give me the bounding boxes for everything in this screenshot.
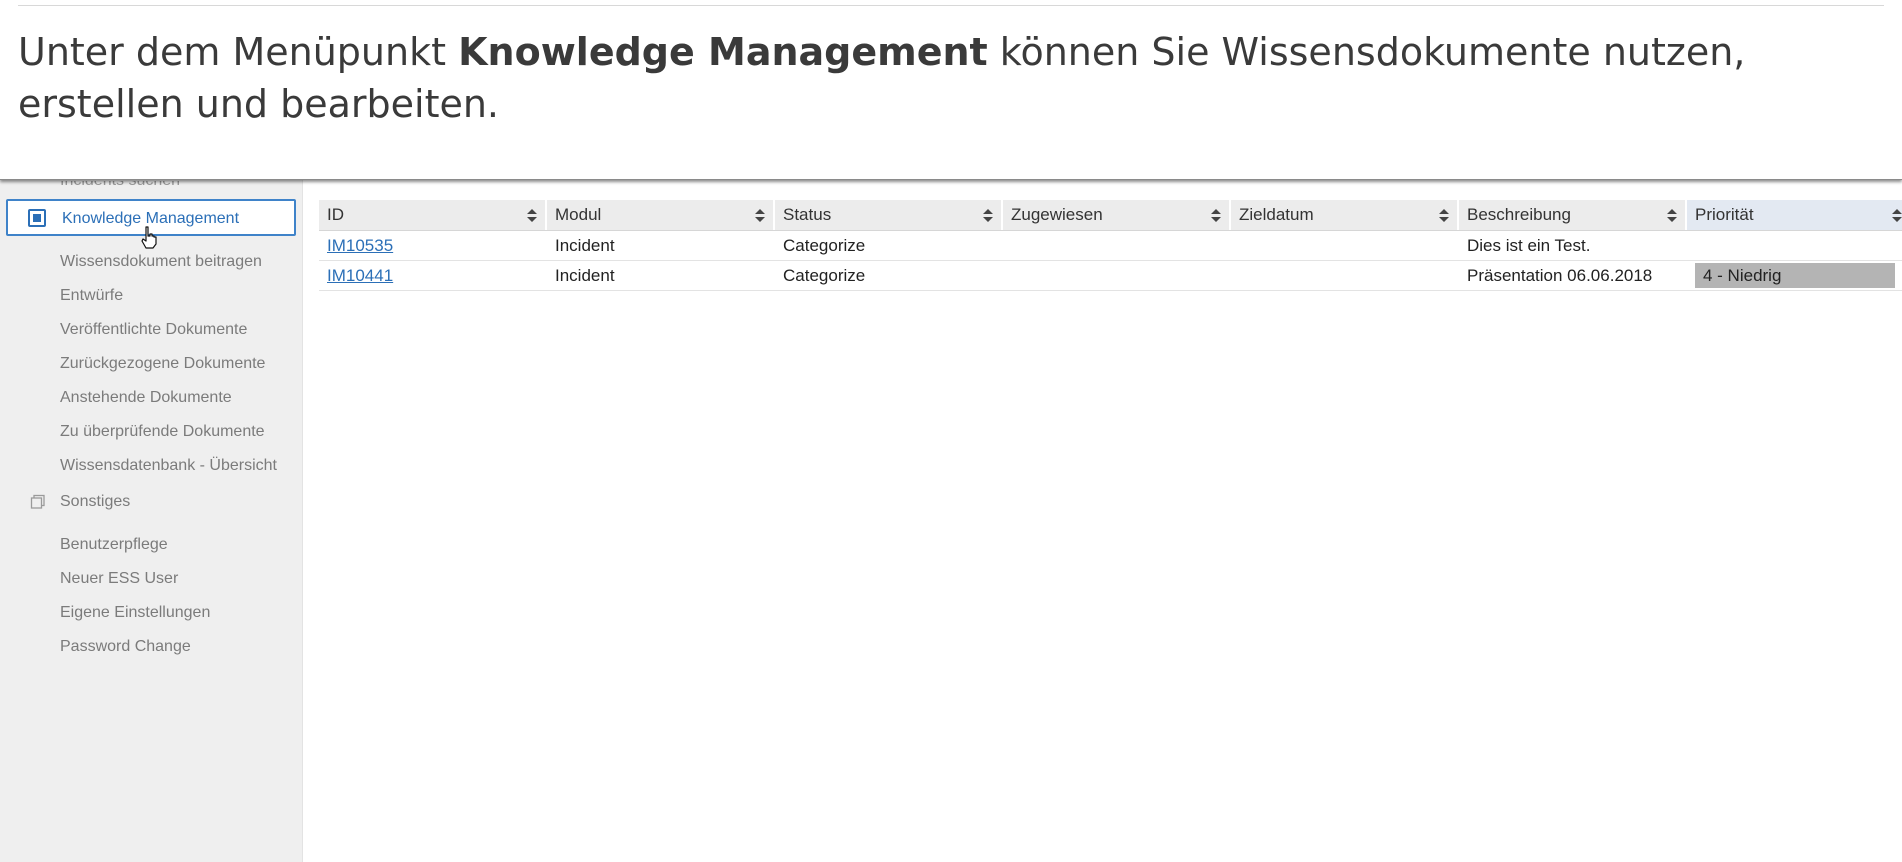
sidebar-item-veroeffentlichte-dokumente[interactable]: Veröffentlichte Dokumente bbox=[60, 321, 247, 339]
column-header-zugewiesen[interactable]: Zugewiesen bbox=[1003, 200, 1231, 230]
caption-text-start: Unter dem Menüpunkt bbox=[18, 30, 459, 74]
hand-cursor-icon bbox=[141, 226, 157, 249]
sidebar-item-neuer-ess-user[interactable]: Neuer ESS User bbox=[60, 570, 178, 588]
sidebar-item-zurueckgezogene-dokumente[interactable]: Zurückgezogene Dokumente bbox=[60, 355, 265, 373]
incident-link[interactable]: IM10535 bbox=[327, 236, 393, 255]
column-header-id[interactable]: ID bbox=[319, 200, 547, 230]
cell-zugewiesen bbox=[1003, 231, 1011, 260]
column-label: Zugewiesen bbox=[1011, 205, 1103, 224]
caption-divider bbox=[18, 5, 1884, 6]
sidebar-item-zu-ueberpruefende-dokumente[interactable]: Zu überprüfende Dokumente bbox=[60, 423, 265, 441]
cell-id[interactable]: IM10535 bbox=[319, 231, 393, 260]
cell-id[interactable]: IM10441 bbox=[319, 261, 393, 290]
cell-beschreibung: Präsentation 06.06.2018 bbox=[1467, 266, 1653, 285]
sidebar bbox=[0, 180, 303, 862]
sidebar-item-benutzerpflege[interactable]: Benutzerpflege bbox=[60, 536, 168, 554]
sidebar-item-entwuerfe[interactable]: Entwürfe bbox=[60, 287, 123, 305]
column-header-beschreibung[interactable]: Beschreibung bbox=[1459, 200, 1687, 230]
incident-link[interactable]: IM10441 bbox=[327, 266, 393, 285]
table-row[interactable]: IM10441 Incident Categorize Präsentation… bbox=[319, 261, 1902, 291]
column-label: Zieldatum bbox=[1239, 205, 1314, 224]
table-header: ID Modul Status Zugewiesen Zieldatum Bes… bbox=[319, 200, 1902, 231]
cell-modul: Incident bbox=[555, 236, 615, 255]
sort-icon bbox=[1667, 209, 1677, 222]
cell-modul: Incident bbox=[555, 266, 615, 285]
sidebar-item-eigene-einstellungen[interactable]: Eigene Einstellungen bbox=[60, 604, 210, 622]
column-header-prioritaet[interactable]: Priorität bbox=[1687, 200, 1902, 230]
cell-zieldatum bbox=[1231, 261, 1239, 290]
sidebar-item-wissensdokument-beitragen[interactable]: Wissensdokument beitragen bbox=[60, 253, 262, 271]
cell-prioritaet bbox=[1687, 231, 1695, 260]
priority-badge: 4 - Niedrig bbox=[1695, 263, 1895, 288]
caption-banner: Unter dem Menüpunkt Knowledge Management… bbox=[0, 0, 1902, 180]
cell-status: Categorize bbox=[783, 236, 866, 255]
caption-text: Unter dem Menüpunkt Knowledge Management… bbox=[18, 26, 1878, 130]
copy-icon bbox=[30, 494, 45, 509]
table-row[interactable]: IM10535 Incident Categorize Dies ist ein… bbox=[319, 231, 1902, 261]
column-label: Status bbox=[783, 205, 832, 224]
column-label: Beschreibung bbox=[1467, 205, 1571, 224]
sort-icon bbox=[1892, 209, 1902, 222]
sidebar-group-sonstiges[interactable]: Sonstiges bbox=[60, 493, 130, 511]
sidebar-item-anstehende-dokumente[interactable]: Anstehende Dokumente bbox=[60, 389, 232, 407]
sidebar-item-password-change[interactable]: Password Change bbox=[60, 638, 191, 656]
column-label: Modul bbox=[555, 205, 602, 224]
cell-status: Categorize bbox=[783, 266, 866, 285]
incident-table: ID Modul Status Zugewiesen Zieldatum Bes… bbox=[319, 200, 1902, 291]
sort-icon bbox=[983, 209, 993, 222]
sort-icon bbox=[755, 209, 765, 222]
cell-beschreibung: Dies ist ein Test. bbox=[1467, 236, 1591, 255]
sort-icon bbox=[1211, 209, 1221, 222]
app-window: Incidents suchen Knowledge Management Wi… bbox=[0, 0, 1902, 862]
column-header-zieldatum[interactable]: Zieldatum bbox=[1231, 200, 1459, 230]
sort-icon bbox=[527, 209, 537, 222]
cell-zugewiesen bbox=[1003, 261, 1011, 290]
column-label: Priorität bbox=[1695, 205, 1754, 224]
cell-zieldatum bbox=[1231, 231, 1239, 260]
knowledge-management-icon bbox=[28, 209, 46, 227]
column-header-modul[interactable]: Modul bbox=[547, 200, 775, 230]
column-label: ID bbox=[327, 205, 344, 224]
caption-text-highlight: Knowledge Management bbox=[458, 30, 988, 74]
sidebar-item-wissensdatenbank-uebersicht[interactable]: Wissensdatenbank - Übersicht bbox=[60, 457, 277, 475]
sort-icon bbox=[1439, 209, 1449, 222]
column-header-status[interactable]: Status bbox=[775, 200, 1003, 230]
